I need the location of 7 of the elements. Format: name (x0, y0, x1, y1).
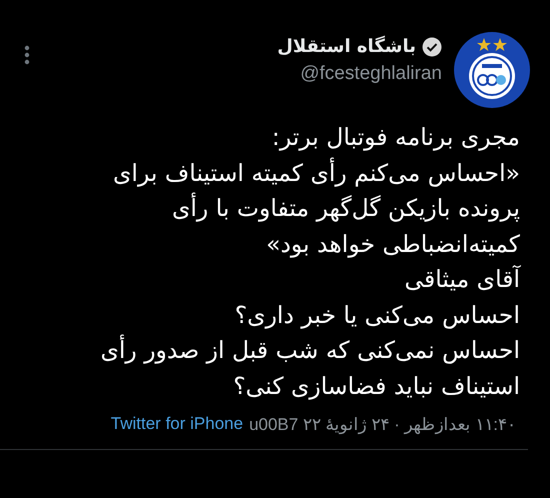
club-logo-icon[interactable] (454, 32, 530, 108)
account-name[interactable]: باشگاه استقلال (277, 36, 416, 57)
source-link[interactable]: Twitter for iPhone (110, 414, 244, 435)
tweet-text: مجری برنامه فوتبال برتر: «احساس می‌کنم رأی کمیته استیناف برای پرونده بازیکن گل‌گهر متفاوت با رأی کمیته‌انضباطی خواهد بود» آقای میثاقی احساس می‌کنی یا خبر داری؟ احساس نمی‌کنی که شب قبل از صدور رأی استیناف نباید فضاسازی کنی؟ (100, 122, 520, 402)
more-options-icon[interactable] (24, 45, 30, 65)
tweet-timestamp: ۱۱:۴۰ بعدازظهر · ۲۴ ژانویهٔ ۲۲ u00B7 (249, 414, 516, 435)
account-handle[interactable]: @fcesteghlaliran (300, 63, 442, 85)
